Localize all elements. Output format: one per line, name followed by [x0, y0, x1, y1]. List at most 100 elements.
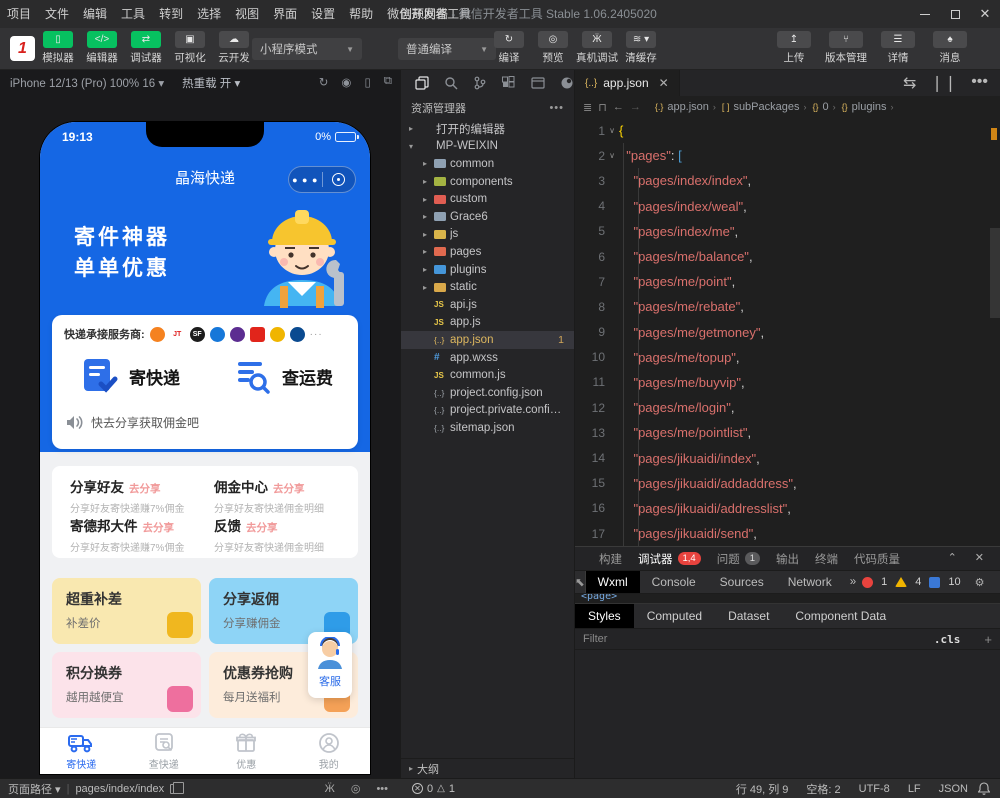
toolbar-button[interactable]: ⇄ 调试器: [124, 31, 168, 65]
share-item[interactable]: 寄德邦大件去分享 分享好友寄快递赚7%佣金: [70, 515, 214, 554]
menu-item[interactable]: 帮助: [342, 0, 380, 28]
split-editor-icon[interactable]: ❘❘: [930, 73, 957, 93]
statusbar-more-icon[interactable]: •••: [376, 783, 388, 795]
code-editor[interactable]: 1∨{2∨ "pages": [3 "pages/index/index",4 …: [575, 118, 1000, 546]
toolbar-button[interactable]: ≋ ▾ 清缓存: [619, 31, 663, 65]
notice-bar[interactable]: 快去分享获取佣金吧: [66, 414, 358, 431]
tree-row[interactable]: api.js: [401, 296, 574, 314]
menu-item[interactable]: 转到: [152, 0, 190, 28]
tree-row[interactable]: ▸ static: [401, 278, 574, 296]
multi-window-icon[interactable]: ⧉: [384, 75, 392, 89]
breadcrumb-item[interactable]: {} plugins ›: [842, 101, 894, 113]
share-item[interactable]: 分享好友去分享 分享好友寄快递赚7%佣金: [70, 476, 214, 515]
toolbar-button[interactable]: ↥ 上传: [768, 31, 820, 65]
statusbar-segment[interactable]: JSON: [939, 783, 968, 795]
menu-item[interactable]: 编辑: [76, 0, 114, 28]
tree-row[interactable]: project.private.config.js...: [401, 402, 574, 420]
problems-summary[interactable]: ✕ 0 △ 1: [400, 783, 455, 795]
close-tab-icon[interactable]: ✕: [659, 76, 669, 90]
files-icon[interactable]: [415, 76, 429, 90]
breadcrumb-item[interactable]: [ ] subPackages ›: [722, 101, 807, 113]
source-control-icon[interactable]: [473, 76, 487, 90]
tree-row[interactable]: app.json 1: [401, 331, 574, 349]
page-path-label[interactable]: 页面路径 ▾: [8, 781, 61, 797]
styles-tab[interactable]: Dataset: [715, 604, 782, 628]
search-icon[interactable]: [444, 76, 458, 90]
minimize-button[interactable]: [910, 0, 940, 28]
current-page-path[interactable]: pages/index/index: [75, 783, 164, 795]
copy-path-icon[interactable]: [170, 784, 179, 794]
breadcrumb-item[interactable]: {.} app.json ›: [655, 101, 716, 113]
toolbar-button[interactable]: Ӝ 真机调试: [575, 31, 619, 65]
toolbar-button[interactable]: ▣ 可视化: [168, 31, 212, 65]
tab-profile[interactable]: 我的: [288, 728, 371, 774]
device-select[interactable]: iPhone 12/13 (Pro) 100% 16 ▾: [10, 76, 164, 90]
cls-toggle-button[interactable]: .cls: [934, 633, 961, 646]
toolbar-button[interactable]: ⑂ 版本管理: [820, 31, 872, 65]
menu-item[interactable]: 文件: [38, 0, 76, 28]
preview-eye-icon[interactable]: ◎: [351, 782, 361, 795]
query-freight-button[interactable]: 查运费: [205, 354, 358, 398]
tree-row[interactable]: sitemap.json: [401, 419, 574, 437]
close-miniapp-icon[interactable]: [323, 173, 356, 186]
tree-row[interactable]: ▸ components: [401, 173, 574, 191]
explorer-actions-icon[interactable]: •••: [549, 102, 564, 114]
styles-tab[interactable]: Component Data: [782, 604, 899, 628]
statusbar-segment[interactable]: 行 49, 列 9: [736, 781, 789, 797]
debug-panel-tab[interactable]: 构建: [599, 551, 622, 567]
toolbar-button[interactable]: ♠ 消息: [924, 31, 976, 65]
share-item[interactable]: 佣金中心去分享 分享好友寄快递佣金明细: [214, 476, 358, 515]
tab-coupons[interactable]: 优惠: [205, 728, 288, 774]
collapse-panel-icon[interactable]: ⌃: [948, 551, 957, 564]
code-line[interactable]: 1∨{: [575, 118, 1000, 143]
tree-row[interactable]: project.config.json: [401, 384, 574, 402]
promo-card[interactable]: 积分换券 越用越便宜: [52, 652, 201, 718]
tree-row[interactable]: ▸ common: [401, 155, 574, 173]
debug-panel-tab[interactable]: 输出: [776, 551, 799, 567]
open-changes-icon[interactable]: ⇆: [903, 73, 916, 93]
more-menu-icon[interactable]: ● ● ●: [289, 175, 322, 185]
toolbar-button[interactable]: ▯ 模拟器: [36, 31, 80, 65]
compile-select[interactable]: 普通编译▼: [398, 38, 496, 60]
filter-input[interactable]: Filter: [583, 633, 607, 645]
inspect-element-icon[interactable]: ⬉: [575, 571, 586, 593]
menu-item[interactable]: 视图: [228, 0, 266, 28]
menu-item[interactable]: 界面: [266, 0, 304, 28]
editor-tab-appjson[interactable]: {..} app.json ✕: [575, 70, 680, 96]
window-icon[interactable]: [531, 76, 545, 90]
tree-row[interactable]: ▸ js: [401, 226, 574, 244]
customer-service-button[interactable]: 客服: [308, 632, 352, 698]
toolbar-button[interactable]: ☰ 详情: [872, 31, 924, 65]
menu-item[interactable]: 项目: [0, 0, 38, 28]
record-icon[interactable]: ◉: [341, 75, 351, 89]
statusbar-segment[interactable]: 空格: 2: [806, 781, 840, 797]
debug-panel-tab[interactable]: 问题 1: [717, 551, 760, 567]
menu-item[interactable]: 设置: [304, 0, 342, 28]
send-express-button[interactable]: 寄快递: [52, 354, 205, 398]
devtools-tab[interactable]: Network: [776, 571, 844, 593]
outline-list-icon[interactable]: ≣: [583, 101, 592, 114]
tree-row[interactable]: ▸ pages: [401, 243, 574, 261]
couriers-more[interactable]: ···: [310, 329, 323, 340]
tab-send-express[interactable]: 寄快递: [40, 728, 123, 774]
wxml-element-sliver[interactable]: <page>: [575, 594, 1000, 604]
tree-row[interactable]: ▸ custom: [401, 190, 574, 208]
close-button[interactable]: ✕: [970, 0, 1000, 28]
devtools-tab[interactable]: Sources: [708, 571, 776, 593]
tree-row[interactable]: ▸ Grace6: [401, 208, 574, 226]
share-item[interactable]: 反馈去分享 分享好友寄快递佣金明细: [214, 515, 358, 554]
statusbar-segment[interactable]: LF: [908, 783, 921, 795]
new-style-rule-icon[interactable]: +: [984, 632, 992, 647]
devtools-settings-icon[interactable]: ⚙: [969, 576, 991, 589]
tree-row[interactable]: ▸ plugins: [401, 261, 574, 279]
devtools-tab[interactable]: Console: [640, 571, 708, 593]
debug-panel-tab[interactable]: 代码质量: [854, 551, 900, 567]
debug-panel-tab[interactable]: 终端: [815, 551, 838, 567]
menu-item[interactable]: 工具: [114, 0, 152, 28]
statusbar-segment[interactable]: UTF-8: [859, 783, 890, 795]
tree-row[interactable]: common.js: [401, 366, 574, 384]
more-tabs-icon[interactable]: »: [844, 576, 862, 588]
hot-reload-toggle[interactable]: 热重载 开 ▾: [182, 75, 240, 91]
promo-card[interactable]: 超重补差 补差价: [52, 578, 201, 644]
notifications-bell-icon[interactable]: [978, 782, 990, 795]
